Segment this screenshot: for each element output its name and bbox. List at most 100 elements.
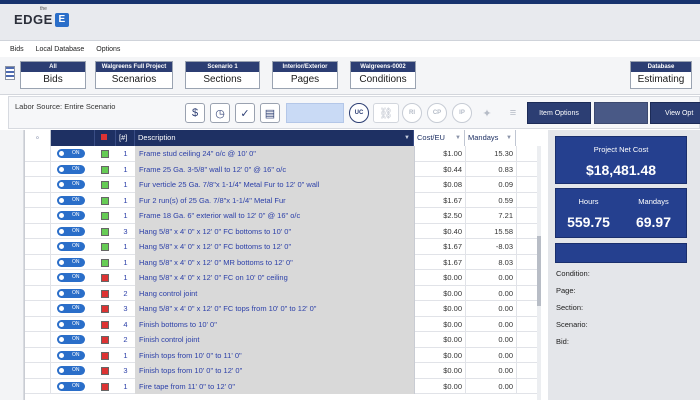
table-row[interactable]: ON 3 Finish tops from 10' 0" to 12' 0" $0.0… [25, 363, 540, 379]
header-color[interactable] [95, 130, 116, 146]
row-select-cell[interactable] [25, 146, 51, 162]
row-select-cell[interactable] [25, 332, 51, 348]
disabled-toolbar-button[interactable] [286, 103, 344, 123]
ribbon-sections-button[interactable]: Scenario 1 Sections [185, 61, 260, 89]
row-description[interactable]: Hang 5/8" x 4' 0" x 12' 0" FC bottoms to… [135, 239, 414, 255]
row-toggle-switch[interactable]: ON [57, 257, 85, 267]
table-row[interactable]: ON 2 Finish control joint $0.00 0.00 [25, 332, 540, 348]
row-description[interactable]: Hang control joint [135, 285, 414, 301]
row-toggle-switch[interactable]: ON [57, 366, 85, 375]
row-select-cell[interactable] [25, 270, 51, 286]
cp-button[interactable]: CP [427, 103, 447, 123]
row-select-cell[interactable] [25, 223, 51, 239]
clock-icon[interactable]: ◷ [210, 103, 230, 123]
row-description[interactable]: Fur verticle 25 Ga. 7/8"x 1-1/4" Metal F… [135, 177, 414, 193]
table-row[interactable]: ON 4 Finish bottoms to 10' 0" $0.00 0.00 [25, 316, 540, 332]
blank-option-button[interactable] [594, 102, 648, 124]
cost-icon[interactable]: $ [185, 103, 205, 123]
row-toggle-switch[interactable]: ON [57, 195, 85, 205]
row-toggle-switch[interactable]: ON [57, 335, 85, 344]
row-select-cell[interactable] [25, 285, 51, 301]
table-row[interactable]: ON 1 Hang 5/8" x 4' 0" x 12' 0" FC bottoms… [25, 239, 540, 255]
row-toggle-switch[interactable]: ON [57, 149, 85, 158]
filter-icon[interactable]: ▼ [455, 130, 461, 146]
row-description[interactable]: Frame 25 Ga. 3-5/8" wall to 12' 0" @ 16"… [135, 161, 414, 177]
table-row[interactable]: ON 1 Hang 5/8" x 4' 0" x 12' 0" FC on 10' … [25, 270, 540, 286]
header-mandays[interactable]: Mandays ▼ [465, 130, 516, 146]
row-description[interactable]: Hang 5/8" x 4' 0" x 12' 0" MR bottoms to… [135, 254, 414, 270]
ri-button[interactable]: RI [402, 103, 422, 123]
row-toggle-switch[interactable]: ON [57, 273, 85, 282]
row-description[interactable]: Finish bottoms to 10' 0" [135, 316, 414, 332]
document-icon[interactable]: ▤ [260, 103, 280, 123]
link-icon[interactable]: ⛓ [373, 103, 399, 123]
row-description[interactable]: Frame 18 Ga. 6" exterior wall to 12' 0" … [135, 208, 414, 224]
row-toggle-switch[interactable]: ON [57, 288, 85, 298]
table-row[interactable]: ON 1 Fur verticle 25 Ga. 7/8"x 1-1/4" Meta… [25, 177, 540, 193]
ribbon-bids-button[interactable]: All Bids [20, 61, 86, 89]
row-description[interactable]: Hang 5/8" x 4' 0" x 12' 0" FC bottoms to… [135, 223, 414, 239]
row-description[interactable]: Fur 2 run(s) of 25 Ga. 7/8"x 1-1/4" Meta… [135, 192, 414, 208]
row-select-cell[interactable] [25, 254, 51, 270]
header-number[interactable]: [#] [116, 130, 135, 146]
table-row[interactable]: ON 1 Frame 18 Ga. 6" exterior wall to 12' … [25, 208, 540, 224]
ribbon-estimating-button[interactable]: Database Estimating [630, 61, 692, 89]
row-select-cell[interactable] [25, 177, 51, 193]
table-row[interactable]: ON 1 Hang 5/8" x 4' 0" x 12' 0" MR bottoms… [25, 254, 540, 270]
ip-button[interactable]: IP [452, 103, 472, 123]
table-row[interactable]: ON 3 Hang 5/8" x 4' 0" x 12' 0" FC bottoms… [25, 223, 540, 239]
row-description[interactable]: Frame stud ceiling 24" o/c @ 10' 0" [135, 146, 414, 162]
row-select-cell[interactable] [25, 316, 51, 332]
header-select-all[interactable]: ▫ [25, 130, 51, 146]
magic-wand-icon[interactable]: ✦ [477, 103, 497, 123]
ribbon-scenarios-button[interactable]: Walgreens Full Project Scenarios [95, 61, 173, 89]
table-row[interactable]: ON 1 Fur 2 run(s) of 25 Ga. 7/8"x 1-1/4" M… [25, 192, 540, 208]
row-select-cell[interactable] [25, 161, 51, 177]
ribbon-conditions-button[interactable]: Walgreens-0002 Conditions [350, 61, 416, 89]
uc-button[interactable]: UC [349, 103, 369, 123]
row-description[interactable]: Hang 5/8" x 4' 0" x 12' 0" FC tops from … [135, 301, 414, 317]
row-select-cell[interactable] [25, 347, 51, 363]
row-toggle-switch[interactable]: ON [57, 304, 85, 313]
row-toggle-switch[interactable]: ON [57, 180, 85, 189]
row-toggle-switch[interactable]: ON [57, 211, 85, 220]
row-toggle-switch[interactable]: ON [57, 164, 85, 174]
table-row[interactable]: ON 3 Hang 5/8" x 4' 0" x 12' 0" FC tops fr… [25, 301, 540, 317]
ribbon-pages-button[interactable]: Interior/Exterior Pages [272, 61, 338, 89]
check-icon[interactable]: ✓ [235, 103, 255, 123]
table-row[interactable]: ON 1 Finish tops from 10' 0" to 11' 0" $0.0… [25, 347, 540, 363]
table-row[interactable]: ON 1 Frame 25 Ga. 3-5/8" wall to 12' 0" @ … [25, 161, 540, 177]
row-select-cell[interactable] [25, 208, 51, 224]
row-select-cell[interactable] [25, 192, 51, 208]
row-toggle-switch[interactable]: ON [57, 319, 85, 329]
menu-bids[interactable]: Bids [10, 46, 24, 53]
row-toggle-switch[interactable]: ON [57, 350, 85, 360]
menu-local-database[interactable]: Local Database [36, 46, 85, 53]
row-toggle-switch[interactable]: ON [57, 381, 85, 391]
table-row[interactable]: ON 1 Fire tape from 11' 0" to 12' 0" $0.00 0… [25, 378, 540, 394]
stack-icon[interactable]: ≡ [503, 103, 523, 123]
row-description[interactable]: Finish tops from 10' 0" to 11' 0" [135, 347, 414, 363]
header-cost[interactable]: Cost/EU ▼ [414, 130, 465, 146]
row-toggle-switch[interactable]: ON [57, 242, 85, 251]
list-icon[interactable] [5, 66, 15, 80]
table-row[interactable]: ON 2 Hang control joint $0.00 0.00 [25, 285, 540, 301]
view-options-button[interactable]: View Opt [650, 102, 700, 124]
row-description[interactable]: Finish tops from 10' 0" to 12' 0" [135, 363, 414, 379]
row-select-cell[interactable] [25, 378, 51, 394]
filter-icon[interactable]: ▼ [404, 130, 410, 146]
row-description[interactable]: Hang 5/8" x 4' 0" x 12' 0" FC on 10' 0" … [135, 270, 414, 286]
row-select-cell[interactable] [25, 239, 51, 255]
row-select-cell[interactable] [25, 301, 51, 317]
row-description[interactable]: Finish control joint [135, 332, 414, 348]
filter-icon[interactable]: ▼ [506, 130, 512, 146]
header-description[interactable]: Description ▼ [135, 130, 414, 146]
scrollbar-thumb[interactable] [537, 236, 541, 306]
item-options-button[interactable]: Item Options [527, 102, 591, 124]
row-toggle-switch[interactable]: ON [57, 226, 85, 236]
row-description[interactable]: Fire tape from 11' 0" to 12' 0" [135, 378, 414, 394]
grid-scrollbar[interactable] [537, 146, 541, 400]
table-row[interactable]: ON 1 Frame stud ceiling 24" o/c @ 10' 0" $1… [25, 146, 540, 162]
menu-options[interactable]: Options [96, 46, 120, 53]
row-select-cell[interactable] [25, 363, 51, 379]
